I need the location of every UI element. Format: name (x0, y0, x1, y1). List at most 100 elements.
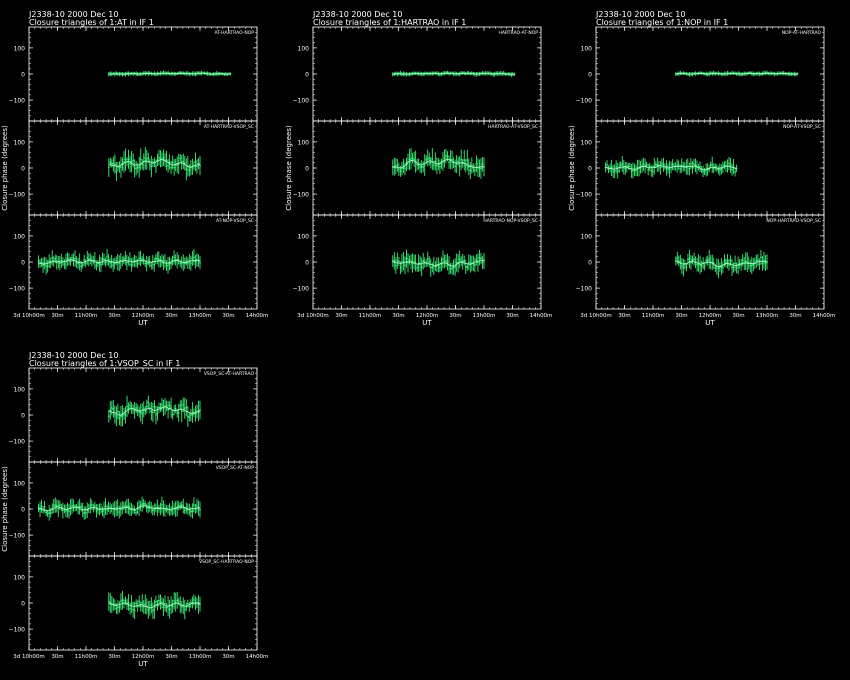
data-point (188, 169, 191, 172)
x-tick-label: 30m (789, 313, 801, 319)
data-point (46, 265, 49, 268)
data-point (97, 262, 99, 265)
data-point (116, 506, 119, 509)
data-point (764, 262, 767, 264)
data-point (463, 159, 466, 162)
y-tick-label: 0 (305, 260, 309, 267)
data-point (429, 161, 432, 164)
data-point (171, 605, 174, 608)
data-point (155, 600, 157, 603)
x-tick-label: 30m (618, 313, 630, 319)
data-point (132, 608, 135, 611)
data-point (458, 165, 461, 168)
data-point (139, 257, 142, 260)
data-point (145, 507, 148, 509)
x-axis-label: UT (138, 660, 148, 668)
data-point (168, 608, 171, 611)
data-point (144, 409, 147, 412)
data-point (186, 602, 189, 605)
y-tick-label: 0 (588, 72, 592, 79)
data-point (147, 157, 150, 159)
data-point (193, 599, 195, 601)
y-tick-label: −100 (293, 286, 310, 293)
triangle-label: NOP-AT-VSOP_SC (783, 124, 821, 130)
data-point (147, 608, 150, 611)
x-axis-label: UT (138, 319, 148, 327)
x-tick-label: 3d 10h00m (297, 313, 329, 319)
data-point (115, 170, 118, 173)
data-point (464, 265, 467, 268)
data-point (129, 258, 131, 261)
data-point (174, 407, 177, 410)
data-point (422, 260, 425, 262)
data-point (65, 510, 67, 512)
data-point (130, 603, 133, 605)
data-point (129, 607, 131, 610)
data-point (423, 164, 426, 166)
data-point (136, 262, 139, 265)
data-point (445, 260, 447, 262)
data-point (682, 266, 685, 269)
data-point (458, 258, 461, 261)
x-tick-label: 13h00m (473, 313, 496, 319)
data-point (139, 158, 142, 161)
data-point (180, 410, 183, 413)
data-point (158, 599, 160, 602)
data-point (49, 511, 52, 514)
data-point (741, 259, 744, 262)
data-point (717, 169, 720, 171)
y-tick-label: 0 (21, 507, 25, 514)
data-point (117, 606, 119, 609)
data-point (110, 407, 113, 409)
data-point (196, 504, 198, 507)
data-point (117, 410, 119, 413)
data-point (416, 266, 419, 269)
y-tick-label: 100 (14, 233, 26, 240)
data-point (177, 504, 180, 507)
data-point (68, 510, 70, 513)
data-point (101, 257, 104, 260)
data-point (454, 265, 457, 268)
data-point (193, 256, 195, 259)
x-axis-label: UT (705, 319, 715, 327)
data-point (194, 160, 197, 163)
data-point (171, 161, 174, 164)
x-tick-label: 30m (108, 313, 120, 319)
y-tick-label: −100 (9, 286, 26, 293)
data-point (191, 510, 194, 512)
data-point (606, 164, 608, 166)
data-point (183, 608, 186, 611)
y-tick-label: −100 (9, 192, 26, 199)
data-point (156, 412, 159, 415)
y-tick-label: −100 (576, 98, 593, 105)
data-point (480, 257, 482, 260)
data-point (173, 599, 176, 602)
data-point (80, 506, 83, 508)
data-point (167, 408, 169, 411)
x-tick-label: 30m (165, 313, 177, 319)
data-point (693, 162, 695, 165)
data-point (399, 266, 402, 269)
data-point (147, 401, 150, 404)
y-axis-label: Closure phase (degrees) (568, 125, 576, 211)
data-point (162, 156, 165, 159)
y-tick-label: −100 (576, 192, 593, 199)
data-point (726, 260, 729, 263)
data-point (161, 404, 163, 406)
x-tick-label: 14h00m (530, 313, 553, 319)
triangle-label: VSOP_SC-HARTRAO-NOP (199, 559, 254, 565)
data-point (158, 406, 160, 409)
data-point (113, 163, 116, 166)
data-point (408, 158, 411, 161)
data-point (104, 505, 107, 508)
data-point (729, 164, 732, 167)
data-point (127, 158, 130, 161)
y-tick-label: 0 (21, 260, 25, 267)
data-point (442, 258, 444, 261)
data-point (164, 509, 166, 511)
data-point (452, 266, 455, 269)
x-tick-label: 30m (108, 654, 120, 660)
data-point (404, 264, 406, 267)
data-point (723, 259, 726, 262)
data-point (446, 155, 449, 158)
